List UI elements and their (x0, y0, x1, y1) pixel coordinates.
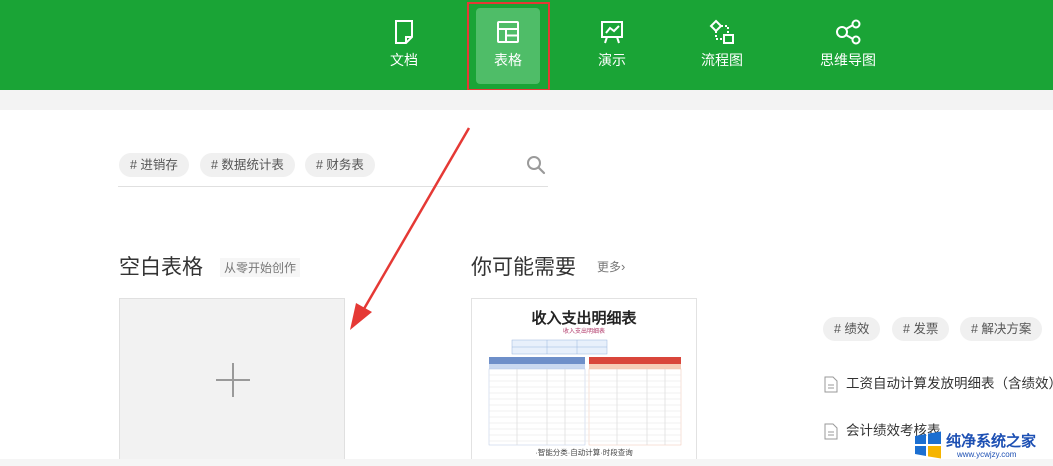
template-title: 收入支出明细表 (531, 310, 637, 327)
search-tag[interactable]: # 数据统计表 (200, 153, 295, 177)
nav-item-flowchart[interactable]: 流程图 (686, 8, 758, 84)
more-link[interactable]: 更多› (597, 258, 625, 275)
nav-item-presentation[interactable]: 演示 (576, 8, 648, 84)
file-icon (824, 376, 838, 393)
search-icon[interactable] (526, 155, 546, 175)
nav-item-document[interactable]: 文档 (368, 8, 440, 84)
blank-section-subtitle: 从零开始创作 (220, 258, 301, 277)
side-tag[interactable]: # 绩效 (823, 317, 881, 341)
plus-icon (216, 363, 250, 397)
watermark-text: 纯净系统之家 (946, 433, 1037, 450)
side-tag[interactable]: # 解决方案 (960, 317, 1043, 341)
more-link-label: 更多 (597, 260, 622, 274)
windows-logo-icon (915, 431, 941, 459)
mindmap-icon (836, 19, 861, 45)
template-preview-image (488, 339, 682, 446)
nav-label: 表格 (494, 52, 522, 68)
file-item[interactable]: 工资自动计算发放明细表（含绩效） (824, 372, 1053, 393)
document-icon (395, 20, 413, 44)
nav-item-mindmap[interactable]: 思维导图 (810, 8, 886, 84)
flowchart-icon (709, 19, 734, 44)
recommend-section-title: 你可能需要 (471, 256, 576, 279)
presentation-icon (601, 21, 623, 44)
search-tag[interactable]: # 进销存 (119, 153, 189, 177)
nav-label: 流程图 (701, 52, 743, 68)
nav-label: 思维导图 (820, 52, 876, 68)
file-name: 工资自动计算发放明细表（含绩效） (846, 376, 1053, 391)
top-nav-bar: 文档 表格 演示 流程图 思维导图 (0, 0, 1053, 90)
nav-label: 演示 (598, 52, 626, 68)
new-blank-table-card[interactable] (119, 298, 345, 466)
bottom-strip (0, 459, 1053, 466)
template-subtitle: 收入支出明细表 (562, 329, 605, 335)
nav-shadow-strip (0, 90, 1053, 110)
nav-label: 文档 (390, 52, 418, 68)
table-icon (497, 21, 519, 43)
nav-item-table[interactable]: 表格 (476, 8, 540, 84)
template-footer: ·智能分类·自动计算·时段查询 (535, 448, 633, 457)
search-underline (118, 186, 548, 187)
watermark: 纯净系统之家 www.ycwjzy.com (905, 424, 1053, 466)
chevron-right-icon: › (621, 259, 626, 274)
side-tag[interactable]: # 发票 (892, 317, 950, 341)
blank-section-title: 空白表格 (119, 256, 203, 279)
file-icon (824, 423, 838, 440)
watermark-url: www.ycwjzy.com (957, 450, 1017, 459)
search-tag[interactable]: # 财务表 (305, 153, 375, 177)
template-card[interactable]: 收入支出明细表 收入支出明细表 ·智能分类·自动计算·时段查询 (471, 298, 697, 466)
